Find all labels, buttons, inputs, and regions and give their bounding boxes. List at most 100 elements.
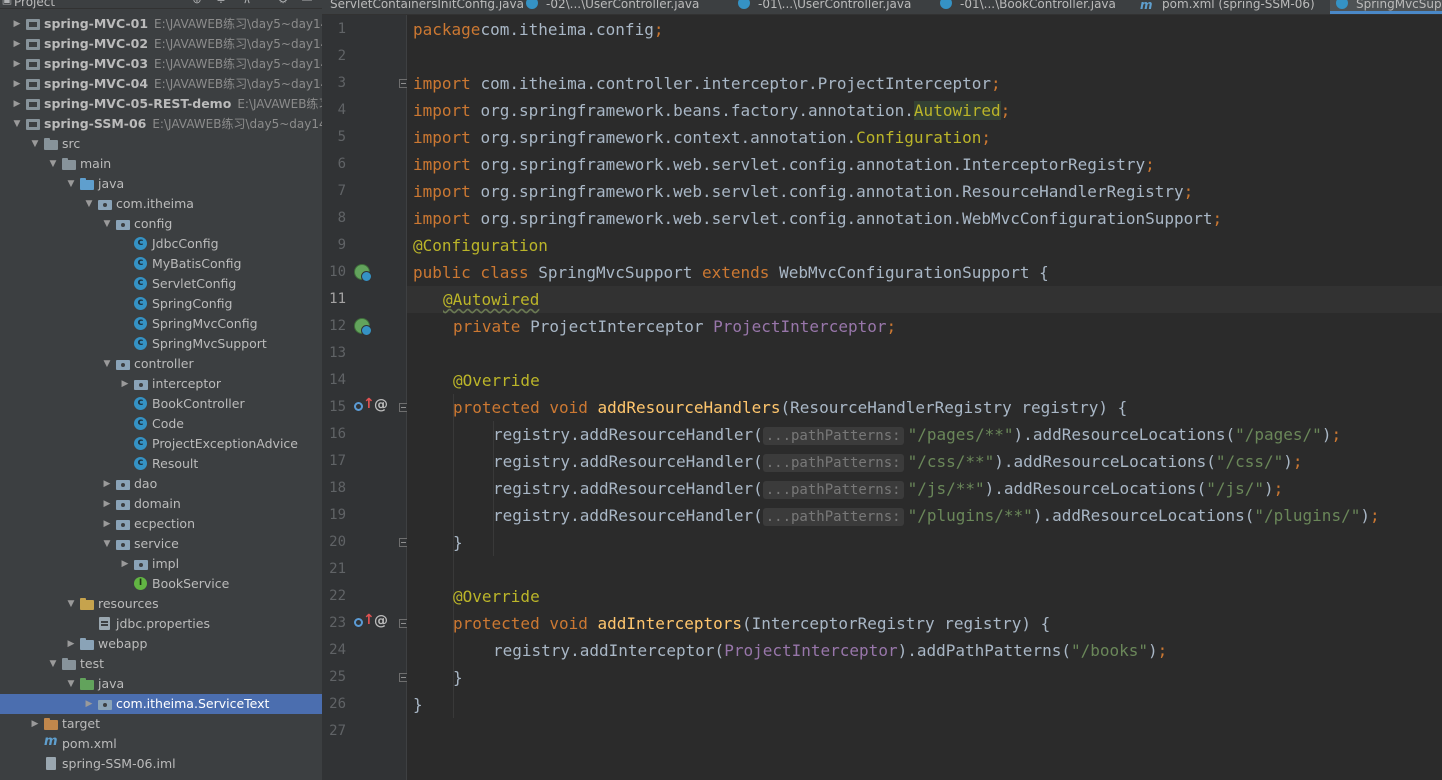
chevron-right-icon[interactable]: ▶ [10, 14, 24, 34]
editor-tab[interactable]: m pom.xml (spring-SSM-06) [1134, 0, 1325, 14]
chevron-right-icon[interactable]: ▶ [100, 514, 114, 534]
project-panel-title[interactable]: Project [14, 0, 55, 9]
code-line[interactable]: import org.springframework.context.annot… [413, 124, 991, 151]
chevron-down-icon[interactable]: ▼ [64, 174, 78, 194]
code-line[interactable]: registry.addResourceHandler(...pathPatte… [493, 475, 1283, 502]
tree-item-bookcontroller[interactable]: BookController [0, 394, 322, 414]
tree-item-main[interactable]: ▼ main [0, 154, 322, 174]
tree-item-domain[interactable]: ▶ domain [0, 494, 322, 514]
chevron-down-icon[interactable]: ▼ [46, 154, 60, 174]
code-line[interactable]: registry.addInterceptor(ProjectIntercept… [493, 637, 1167, 664]
code-line[interactable]: protected void addResourceHandlers(Resou… [453, 394, 1127, 421]
bean-navigation-icon[interactable] [354, 264, 372, 282]
tree-item-springmvcconfig[interactable]: SpringMvcConfig [0, 314, 322, 334]
chevron-right-icon[interactable]: ▶ [10, 74, 24, 94]
add-icon[interactable]: ⊕ [190, 0, 204, 6]
tree-item-spring-ssm-06-iml[interactable]: spring-SSM-06.iml [0, 754, 322, 774]
tree-item-spring-mvc-03[interactable]: ▶ spring-MVC-03 E:\JAVAWEB练习\day5~day14课 [0, 54, 322, 74]
chevron-right-icon[interactable]: ▶ [100, 474, 114, 494]
tree-item-jdbc-properties[interactable]: jdbc.properties [0, 614, 322, 634]
code-line[interactable]: import org.springframework.beans.factory… [413, 97, 1010, 124]
code-line[interactable]: import org.springframework.web.servlet.c… [413, 151, 1155, 178]
code-line[interactable]: @Override [453, 583, 540, 610]
tree-item-resources[interactable]: ▼ resources [0, 594, 322, 614]
tree-item-target[interactable]: ▶ target [0, 714, 322, 734]
tree-item-servletconfig[interactable]: ServletConfig [0, 274, 322, 294]
chevron-down-icon[interactable]: ▼ [100, 354, 114, 374]
editor-tab[interactable]: SpringMvcSup [1330, 0, 1442, 14]
tree-item-java[interactable]: ▼ java [0, 174, 322, 194]
tree-item-spring-mvc-01[interactable]: ▶ spring-MVC-01 E:\JAVAWEB练习\day5~day14课 [0, 14, 322, 34]
tree-item-spring-mvc-02[interactable]: ▶ spring-MVC-02 E:\JAVAWEB练习\day5~day14课 [0, 34, 322, 54]
code-line[interactable]: registry.addResourceHandler(...pathPatte… [493, 448, 1303, 475]
editor-tab[interactable]: -01\...\BookController.java [934, 0, 1126, 14]
annotation-marker-icon[interactable]: @ [374, 397, 388, 413]
tree-item-test[interactable]: ▼ test [0, 654, 322, 674]
code-line[interactable]: @Autowired [443, 286, 539, 313]
chevron-right-icon[interactable]: ▶ [118, 374, 132, 394]
collapse-all-icon[interactable]: ≑ [214, 0, 228, 6]
code-line[interactable]: registry.addResourceHandler(...pathPatte… [493, 502, 1380, 529]
tree-item-projectexceptionadvice[interactable]: ProjectExceptionAdvice [0, 434, 322, 454]
bean-navigation-icon[interactable] [354, 318, 372, 336]
editor-tab[interactable]: -01\...\UserController.java [732, 0, 921, 14]
tree-item-config[interactable]: ▼ config [0, 214, 322, 234]
hide-panel-icon[interactable]: — [300, 0, 314, 6]
tree-item-interceptor[interactable]: ▶ interceptor [0, 374, 322, 394]
code-line[interactable]: packagecom.itheima.config; [413, 16, 663, 43]
tree-item-com-itheima-servicetext[interactable]: ▶ com.itheima.ServiceText [0, 694, 322, 714]
chevron-right-icon[interactable]: ▶ [82, 694, 96, 714]
chevron-down-icon[interactable]: ▼ [64, 674, 78, 694]
code-line[interactable]: public class SpringMvcSupport extends We… [413, 259, 1049, 286]
chevron-down-icon[interactable]: ▼ [100, 214, 114, 234]
chevron-down-icon[interactable]: ▼ [28, 134, 42, 154]
code-line[interactable]: } [413, 691, 423, 718]
tree-item-spring-ssm-06[interactable]: ▼ spring-SSM-06 E:\JAVAWEB练习\day5~day14课 [0, 114, 322, 134]
chevron-down-icon[interactable]: ▼ [46, 654, 60, 674]
code-line[interactable]: @Configuration [413, 232, 548, 259]
tree-item-springmvcsupport[interactable]: SpringMvcSupport [0, 334, 322, 354]
expand-all-icon[interactable]: ⊼ [240, 0, 254, 6]
code-line[interactable]: } [453, 664, 463, 691]
chevron-right-icon[interactable]: ▶ [118, 554, 132, 574]
tree-item-dao[interactable]: ▶ dao [0, 474, 322, 494]
code-line[interactable]: import org.springframework.web.servlet.c… [413, 178, 1193, 205]
tree-item-webapp[interactable]: ▶ webapp [0, 634, 322, 654]
code-editor[interactable]: packagecom.itheima.config; import com.ith… [407, 15, 1442, 780]
tree-item-pom-xml[interactable]: pom.xml [0, 734, 322, 754]
override-icon[interactable] [354, 612, 375, 631]
chevron-down-icon[interactable]: ▼ [10, 114, 24, 134]
code-line[interactable]: } [453, 529, 463, 556]
override-icon[interactable] [354, 396, 375, 415]
tree-item-spring-mvc-04[interactable]: ▶ spring-MVC-04 E:\JAVAWEB练习\day5~day14课 [0, 74, 322, 94]
code-line[interactable]: protected void addInterceptors(Intercept… [453, 610, 1050, 637]
tree-item-resoult[interactable]: Resoult [0, 454, 322, 474]
code-line[interactable]: import org.springframework.web.servlet.c… [413, 205, 1222, 232]
code-line[interactable]: registry.addResourceHandler(...pathPatte… [493, 421, 1341, 448]
project-view-icon[interactable]: ▣ [0, 0, 14, 6]
tree-item-java[interactable]: ▼ java [0, 674, 322, 694]
annotation-marker-icon[interactable]: @ [374, 613, 388, 629]
chevron-down-icon[interactable]: ▼ [100, 534, 114, 554]
tree-item-code[interactable]: Code [0, 414, 322, 434]
editor-tab[interactable]: ServletContainersInitConfig.java [324, 0, 534, 14]
gear-icon[interactable]: ⚙ [276, 0, 290, 6]
chevron-right-icon[interactable]: ▶ [100, 494, 114, 514]
tree-item-bookservice[interactable]: BookService [0, 574, 322, 594]
tree-item-service[interactable]: ▼ service [0, 534, 322, 554]
tree-item-controller[interactable]: ▼ controller [0, 354, 322, 374]
tree-item-jdbcconfig[interactable]: JdbcConfig [0, 234, 322, 254]
tree-item-springconfig[interactable]: SpringConfig [0, 294, 322, 314]
code-line[interactable]: @Override [453, 367, 540, 394]
chevron-right-icon[interactable]: ▶ [10, 34, 24, 54]
chevron-down-icon[interactable]: ▼ [64, 594, 78, 614]
chevron-right-icon[interactable]: ▶ [10, 94, 24, 114]
tree-item-impl[interactable]: ▶ impl [0, 554, 322, 574]
code-line[interactable]: import com.itheima.controller.intercepto… [413, 70, 1001, 97]
tree-item-spring-mvc-05-rest-demo[interactable]: ▶ spring-MVC-05-REST-demo E:\JAVAWEB练习\d [0, 94, 322, 114]
chevron-down-icon[interactable]: ▼ [82, 194, 96, 214]
code-line[interactable]: private ProjectInterceptor ProjectInterc… [453, 313, 896, 340]
chevron-right-icon[interactable]: ▶ [64, 634, 78, 654]
tree-item-mybatisconfig[interactable]: MyBatisConfig [0, 254, 322, 274]
chevron-right-icon[interactable]: ▶ [10, 54, 24, 74]
